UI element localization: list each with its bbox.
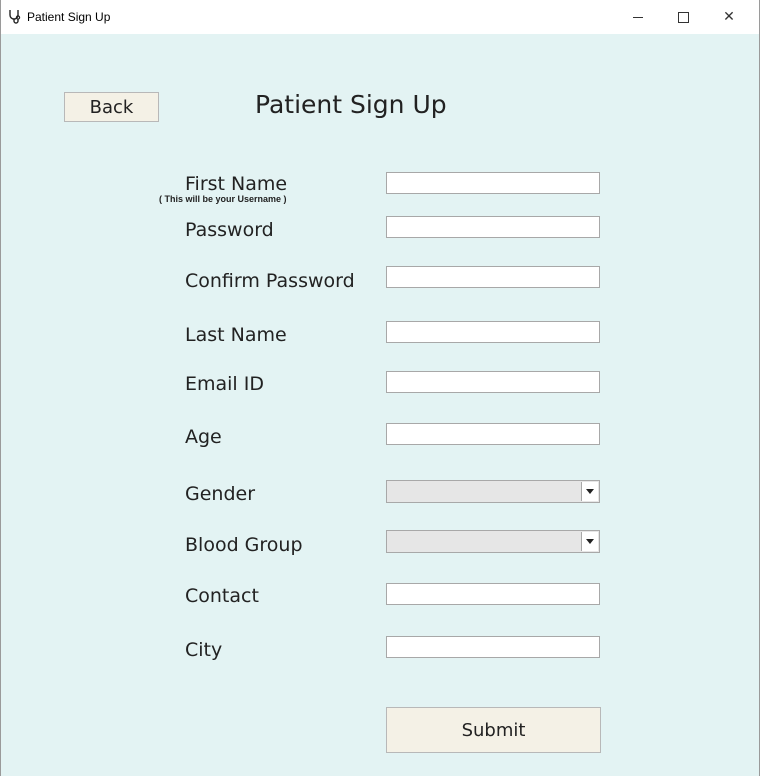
blood-group-dropdown[interactable] (386, 530, 600, 553)
maximize-button[interactable] (660, 0, 706, 34)
window-title: Patient Sign Up (27, 10, 111, 24)
close-icon: ✕ (723, 9, 735, 25)
back-button[interactable]: Back (64, 92, 159, 122)
contact-label: Contact (185, 585, 259, 607)
signup-form-panel: Back Patient Sign Up First Name ( This w… (1, 34, 759, 776)
gender-dropdown-button[interactable] (581, 482, 598, 501)
email-input[interactable] (386, 371, 600, 393)
blood-group-label: Blood Group (185, 534, 303, 556)
confirm-password-input[interactable] (386, 266, 600, 288)
gender-label: Gender (185, 483, 256, 505)
blood-group-dropdown-button[interactable] (581, 532, 598, 551)
app-window: Patient Sign Up ✕ Back Patient Sign Up F… (0, 0, 760, 776)
chevron-down-icon (586, 489, 594, 494)
city-label: City (185, 639, 223, 661)
age-input[interactable] (386, 423, 600, 445)
close-button[interactable]: ✕ (706, 0, 752, 34)
minimize-icon (633, 16, 643, 18)
password-label: Password (185, 219, 274, 241)
chevron-down-icon (586, 539, 594, 544)
page-title: Patient Sign Up (255, 90, 447, 119)
confirm-password-label: Confirm Password (185, 270, 355, 292)
contact-input[interactable] (386, 583, 600, 605)
username-note: ( This will be your Username ) (159, 194, 287, 204)
gender-dropdown[interactable] (386, 480, 600, 503)
last-name-label: Last Name (185, 324, 287, 346)
minimize-button[interactable] (615, 0, 661, 34)
maximize-icon (677, 11, 689, 23)
submit-button[interactable]: Submit (386, 707, 601, 753)
last-name-input[interactable] (386, 321, 600, 343)
first-name-label: First Name (185, 173, 288, 195)
age-label: Age (185, 426, 222, 448)
email-label: Email ID (185, 373, 264, 395)
city-input[interactable] (386, 636, 600, 658)
stethoscope-icon (7, 8, 23, 24)
password-input[interactable] (386, 216, 600, 238)
first-name-input[interactable] (386, 172, 600, 194)
title-bar[interactable]: Patient Sign Up ✕ (1, 0, 759, 34)
